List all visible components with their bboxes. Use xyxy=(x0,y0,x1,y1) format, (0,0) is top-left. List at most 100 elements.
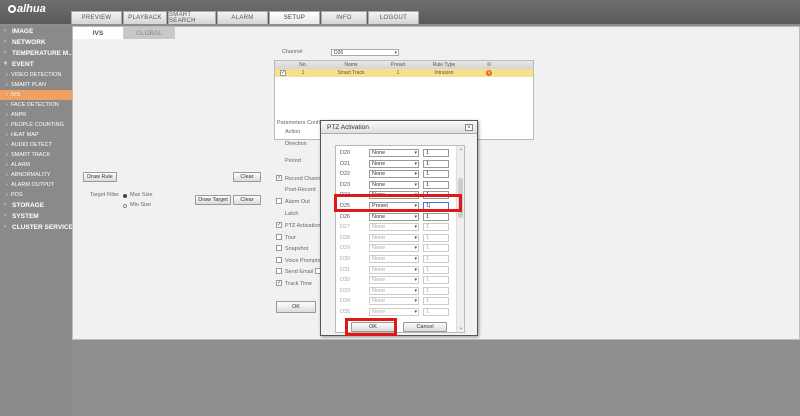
snapshot-checkbox[interactable] xyxy=(276,245,282,251)
nav-info[interactable]: INFO xyxy=(321,11,367,24)
caret-right-icon: › xyxy=(6,72,8,78)
close-icon[interactable]: × xyxy=(465,124,473,131)
tab-global[interactable]: GLOBAL xyxy=(124,27,175,39)
channel-select[interactable]: D26 ▾ xyxy=(331,49,399,56)
ptz-number-input[interactable]: 1 xyxy=(423,149,449,157)
sidebar-item-heat-map[interactable]: › HEAT MAP xyxy=(0,130,72,140)
max-size-label: Max Size xyxy=(130,192,153,198)
chevron-down-icon[interactable]: ⌄ xyxy=(457,324,464,332)
ptz-type-select[interactable]: None ▾ xyxy=(369,180,419,189)
ptz-number-input[interactable]: 1 xyxy=(423,170,449,179)
track-time-checkbox[interactable]: ✓ xyxy=(276,280,282,286)
ptz-type-value: None xyxy=(372,160,386,167)
nav-playback[interactable]: PLAYBACK xyxy=(123,11,167,24)
sidebar-item-alarm-output[interactable]: › ALARM OUTPUT xyxy=(0,180,72,190)
nav-logout[interactable]: LOGOUT xyxy=(368,11,419,24)
ptz-number-input[interactable]: 1 xyxy=(423,212,449,221)
sidebar-item-label: ABNORMALITY xyxy=(11,172,51,178)
chevron-down-icon: ▾ xyxy=(414,171,417,178)
record-channel-checkbox[interactable]: ✓ xyxy=(276,175,282,181)
channel-name: D27 xyxy=(340,224,351,231)
caret-right-icon: › xyxy=(6,122,8,128)
nav-preview[interactable]: PREVIEW xyxy=(71,11,122,24)
channel-name: D28 xyxy=(340,234,351,241)
caret-right-icon: › xyxy=(6,142,8,148)
ptz-number-input[interactable]: 1 xyxy=(423,180,449,189)
chevron-down-icon: ▾ xyxy=(414,245,417,252)
nav-alarm[interactable]: ALARM xyxy=(217,11,268,24)
sidebar-item-label: PEOPLE COUNTING xyxy=(11,122,64,128)
caret-right-icon: › xyxy=(6,152,8,158)
ptz-number-input: 1 xyxy=(423,244,449,253)
ptz-type-select[interactable]: None ▾ xyxy=(369,170,419,179)
ptz-type-value: None xyxy=(372,245,386,252)
sidebar-item-network[interactable]: › NETWORK xyxy=(0,37,72,48)
max-size-radio[interactable] xyxy=(123,194,127,198)
min-size-radio[interactable] xyxy=(123,204,127,208)
sidebar-item-temperature-m[interactable]: › TEMPERATURE M... xyxy=(0,48,72,59)
ptz-number-input: 1 xyxy=(423,255,449,263)
sidebar-item-video-detection[interactable]: › VIDEO DETECTION xyxy=(0,70,72,80)
list-item: D28 None ▾ 1 xyxy=(336,233,456,244)
row-name: Smart Track xyxy=(337,70,365,76)
list-scrollbar[interactable]: ⌃ ⌄ xyxy=(456,146,464,332)
chevron-down-icon: ▾ xyxy=(414,150,417,156)
sidebar-item-storage[interactable]: › STORAGE xyxy=(0,200,72,211)
sidebar-item-label: AUDIO DETECT xyxy=(11,142,52,148)
col-check xyxy=(275,61,291,69)
ptz-type-select[interactable]: None ▾ xyxy=(369,149,419,157)
clear-rule-button[interactable]: Clear xyxy=(233,172,261,182)
col-add: ⊕ xyxy=(479,61,499,69)
sidebar-item-anpr[interactable]: › ANPR xyxy=(0,110,72,120)
nav-setup[interactable]: SETUP xyxy=(269,11,320,24)
draw-rule-button[interactable]: Draw Rule xyxy=(83,172,117,182)
tab-ivs[interactable]: IVS xyxy=(73,27,124,39)
tour-checkbox[interactable] xyxy=(276,234,282,240)
voice-prompts-checkbox[interactable] xyxy=(276,257,282,263)
sidebar-item-image[interactable]: › IMAGE xyxy=(0,26,72,37)
list-item: D27 None ▾ 1 xyxy=(336,223,456,233)
add-icon[interactable]: ⊕ xyxy=(486,62,492,68)
row-checkbox[interactable]: ✓ xyxy=(280,70,286,76)
track-time-label: Track Time xyxy=(285,281,312,287)
list-item: D31 None ▾ 1 xyxy=(336,265,456,276)
ptz-type-select[interactable]: None ▾ xyxy=(369,159,419,168)
clear-target-button[interactable]: Clear xyxy=(233,195,261,205)
sidebar-item-smart-plan[interactable]: › SMART PLAN xyxy=(0,80,72,90)
caret-right-icon: › xyxy=(4,39,6,45)
ptz-number-input: 1 xyxy=(423,233,449,242)
table-row[interactable]: ✓ 1 Smart Track 1 Intrusion ✕ xyxy=(275,69,533,77)
caret-right-icon: › xyxy=(6,162,8,168)
sidebar-item-cluster-service[interactable]: › CLUSTER SERVICE xyxy=(0,222,72,233)
sidebar-item-people-counting[interactable]: › PEOPLE COUNTING xyxy=(0,120,72,130)
delete-icon[interactable]: ✕ xyxy=(486,70,492,76)
send-email-checkbox[interactable] xyxy=(276,268,282,274)
ptz-number-input[interactable]: 1 xyxy=(423,159,449,168)
caret-right-icon: › xyxy=(6,172,8,178)
nav-smart-search[interactable]: SMART SEARCH xyxy=(168,11,216,24)
dialog-cancel-button[interactable]: Cancel xyxy=(403,322,447,332)
dialog-title: PTZ Activation xyxy=(327,124,369,131)
draw-target-button[interactable]: Draw Target xyxy=(195,195,231,205)
sidebar-item-ivs[interactable]: › IVS xyxy=(0,90,72,100)
sidebar-item-audio-detect[interactable]: › AUDIO DETECT xyxy=(0,140,72,150)
ptz-activation-checkbox[interactable]: ✓ xyxy=(276,222,282,228)
chevron-down-icon: ▾ xyxy=(414,277,417,284)
sidebar-item-event[interactable]: ▾ EVENT xyxy=(0,59,72,70)
ptz-type-select[interactable]: None ▾ xyxy=(369,212,419,221)
sidebar-item-smart-track[interactable]: › SMART TRACK xyxy=(0,150,72,160)
chevron-up-icon[interactable]: ⌃ xyxy=(457,148,464,156)
caret-right-icon: › xyxy=(4,224,6,230)
sidebar-item-face-detection[interactable]: › FACE DETECTION xyxy=(0,100,72,110)
sidebar-item-pos[interactable]: › POS xyxy=(0,190,72,200)
sidebar-item-abnormality[interactable]: › ABNORMALITY xyxy=(0,170,72,180)
sidebar-item-alarm[interactable]: › ALARM xyxy=(0,160,72,170)
list-item: D35 None ▾ 1 xyxy=(336,308,456,318)
sidebar-item-system[interactable]: › SYSTEM xyxy=(0,211,72,222)
send-email-label: Send Email xyxy=(285,269,314,275)
list-item: D32 None ▾ 1 xyxy=(336,276,456,286)
channel-value: D26 xyxy=(334,50,344,56)
alarm-out-checkbox[interactable] xyxy=(276,198,282,204)
ok-button[interactable]: OK xyxy=(276,301,316,313)
channel-name: D33 xyxy=(340,287,351,294)
